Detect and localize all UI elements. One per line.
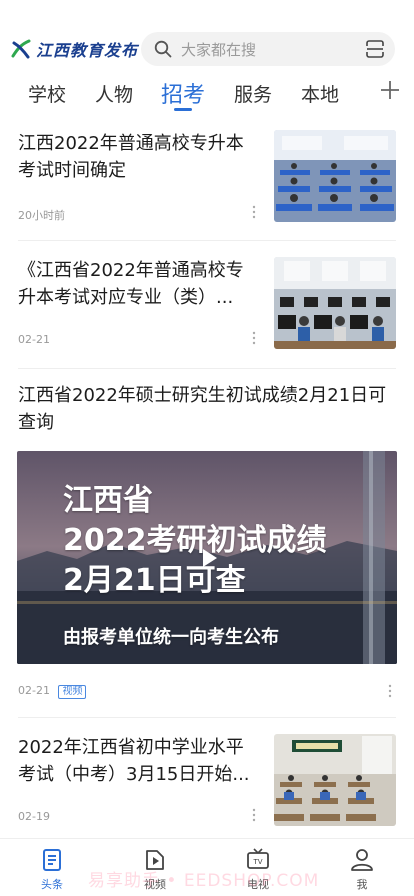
tab-admissions[interactable]: 招考 [161,77,205,109]
add-tab-icon[interactable] [378,78,402,102]
news-item[interactable]: 《江西省2022年普通高校专升本考试对应专业（类）... 02-21 [18,257,396,357]
profile-icon [351,849,373,871]
nav-label: 视频 [144,878,166,891]
tab-local[interactable]: 本地 [301,80,339,107]
active-tab-indicator [174,108,192,111]
news-title[interactable]: 江西2022年普通高校专升本考试时间确定 [18,130,258,184]
nav-video[interactable]: 视频 [125,847,185,892]
nav-label: 电视 [247,878,269,891]
play-icon[interactable] [197,546,221,570]
tab-school[interactable]: 学校 [28,80,66,107]
video-caption-line1: 江西省 [63,483,153,518]
computer-lab-photo [274,257,396,349]
app-logo[interactable]: 江西教育发布 [10,34,138,64]
middle-school-exam-photo [274,734,396,826]
nav-tv[interactable]: TV 电视 [228,847,288,892]
video-icon [146,850,164,870]
news-time: 02-21 [18,684,50,697]
divider [18,240,396,241]
headline-icon [43,849,61,871]
tab-services[interactable]: 服务 [234,80,272,107]
video-caption-line4: 由报考单位统一向考生公布 [63,627,279,648]
news-item[interactable]: 江西2022年普通高校专升本考试时间确定 20小时前 [18,130,396,230]
bottom-nav: 头条 视频 TV 电视 我 [0,838,414,896]
news-item[interactable]: 2022年江西省初中学业水平考试（中考）3月15日开始... 02-19 [18,734,396,834]
divider [18,368,396,369]
news-title[interactable]: 江西省2022年硕士研究生初试成绩2月21日可查询 [18,382,396,436]
divider [18,717,396,718]
more-options-icon[interactable] [386,684,394,698]
news-time: 20小时前 [18,209,65,222]
video-player[interactable]: 江西省 2022考研初试成绩 2月21日可查 由报考单位统一向考生公布 [17,451,397,664]
more-options-icon[interactable] [250,205,258,219]
news-time: 02-21 [18,333,50,346]
search-icon [154,40,172,58]
svg-text:TV: TV [252,858,262,866]
nav-profile[interactable]: 我 [332,847,392,892]
news-title[interactable]: 《江西省2022年普通高校专升本考试对应专业（类）... [18,257,258,311]
category-tabs: 学校 人物 招考 服务 本地 [0,72,414,120]
tv-icon: TV [247,848,269,869]
more-options-icon[interactable] [250,331,258,345]
nav-headline[interactable]: 头条 [22,847,82,892]
news-title[interactable]: 2022年江西省初中学业水平考试（中考）3月15日开始... [18,734,258,788]
logo-text: 江西教育发布 [36,41,139,60]
search-bar[interactable]: 大家都在搜 [141,32,395,66]
logo-mark-icon [11,39,31,59]
search-placeholder: 大家都在搜 [181,40,257,59]
video-tag: 视频 [58,685,87,699]
classroom-exam-photo [274,130,396,222]
news-meta: 02-21 视频 [18,684,87,699]
video-caption-line2: 2022考研初试成绩 [63,523,327,558]
nav-label: 我 [356,878,368,891]
news-time: 02-19 [18,810,50,823]
app-header: 江西教育发布 大家都在搜 [0,0,414,72]
nav-label: 头条 [41,878,63,891]
tab-people[interactable]: 人物 [95,80,133,107]
more-options-icon[interactable] [250,808,258,822]
scan-icon[interactable] [365,39,385,59]
